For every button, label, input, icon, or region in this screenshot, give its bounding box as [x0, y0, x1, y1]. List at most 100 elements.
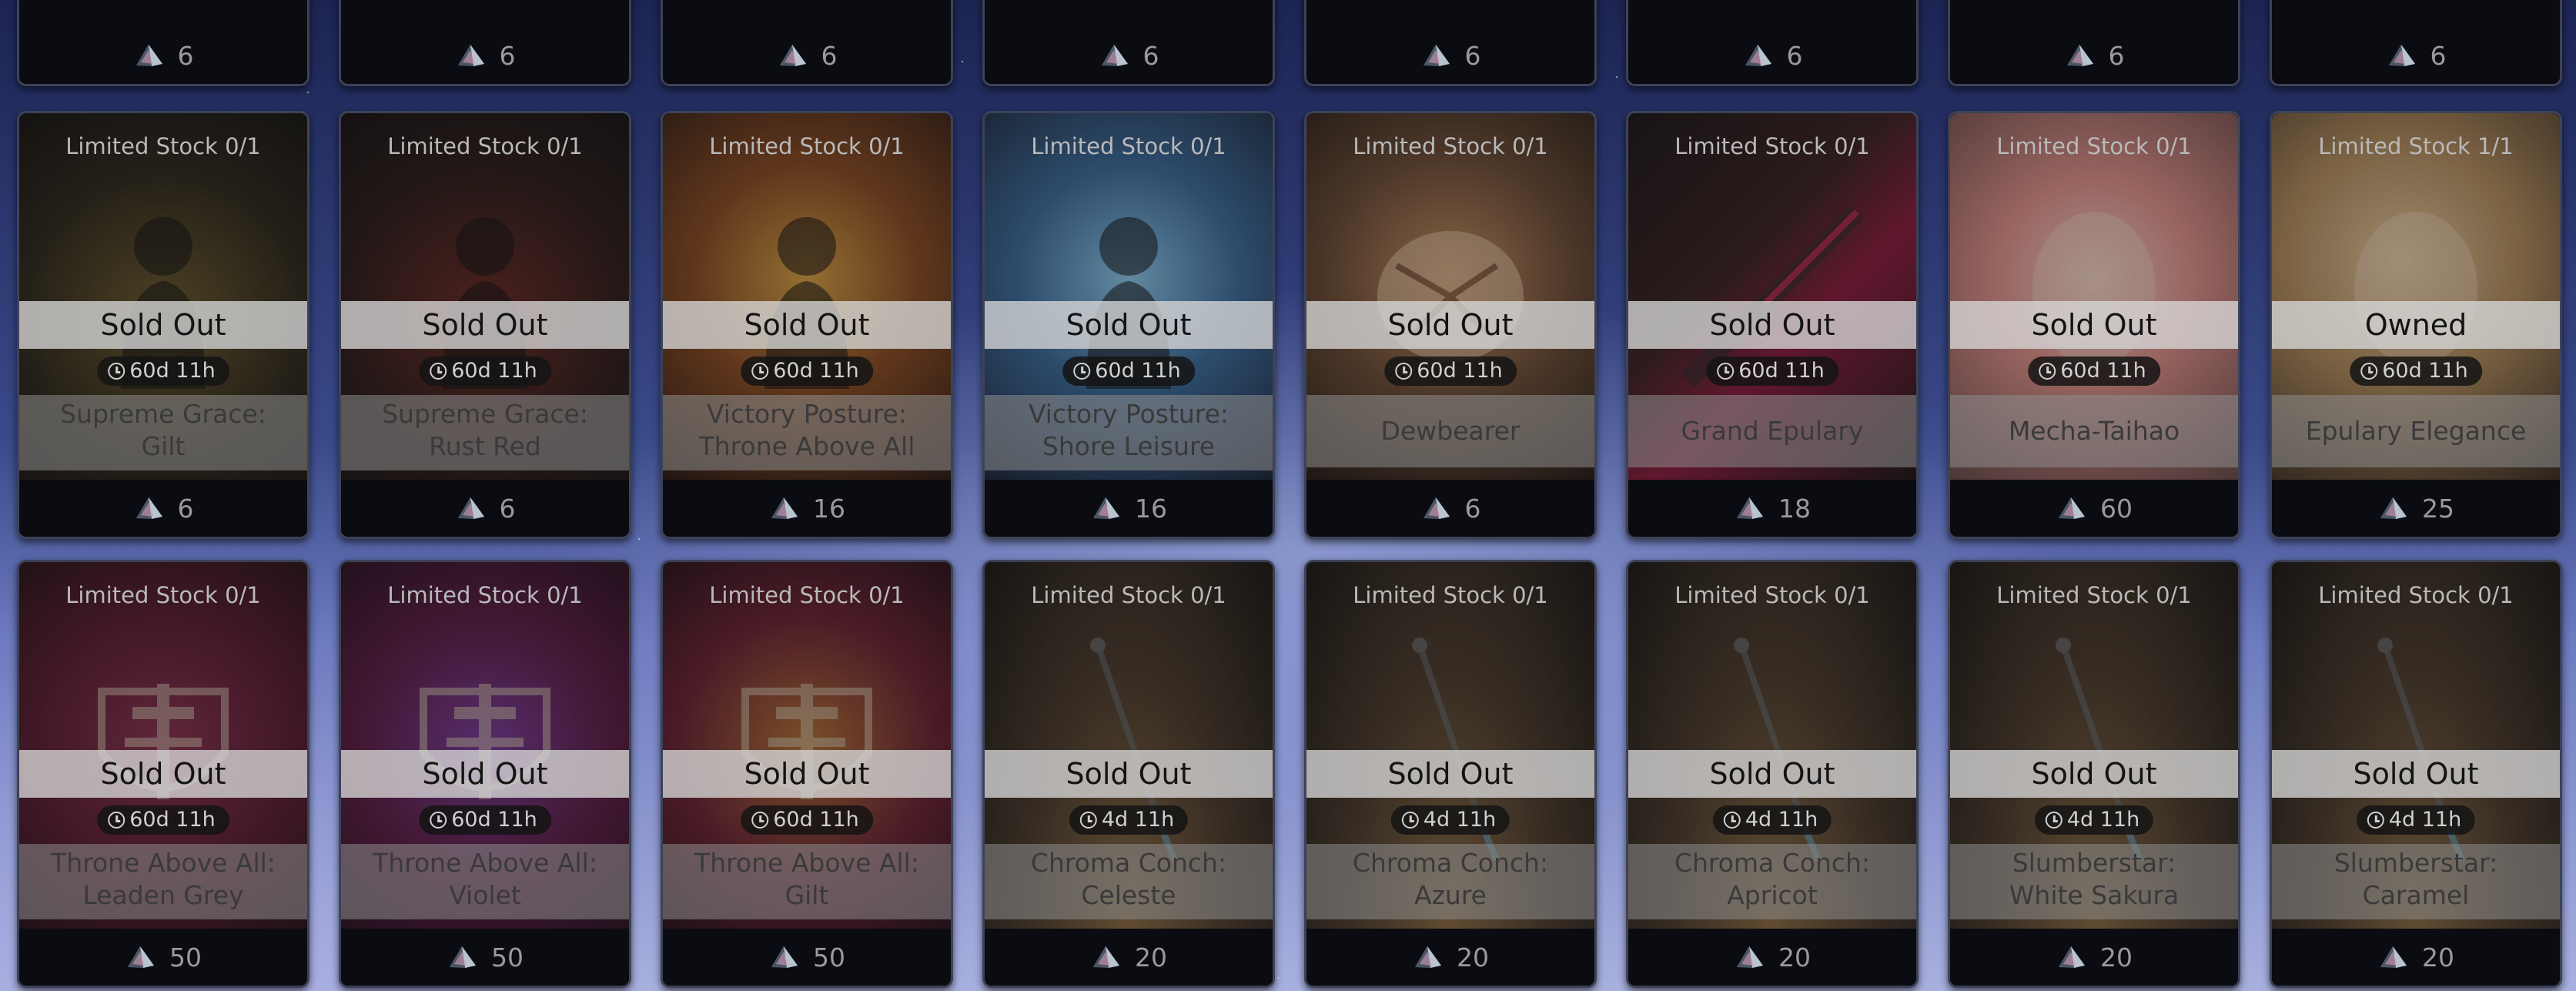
- shop-item-card-partial[interactable]: 6: [2270, 0, 2562, 86]
- prism-gem-icon: [2066, 45, 2093, 66]
- prism-gem-icon: [2380, 497, 2407, 519]
- time-remaining-text: 60d 11h: [129, 359, 216, 383]
- price-value: 6: [2108, 40, 2125, 71]
- shop-item-card[interactable]: Limited Stock 0/1 Sold Out 4d 11h Slumberst…: [2270, 560, 2562, 988]
- prism-gem-icon: [1093, 497, 1119, 519]
- limited-stock-label: Limited Stock 0/1: [1353, 582, 1548, 608]
- clock-icon: [108, 812, 125, 829]
- time-remaining-badge: 60d 11h: [1706, 357, 1838, 386]
- shop-item-card[interactable]: Limited Stock 0/1 Sold Out 60d 11h Mecha-Ta…: [1948, 111, 2240, 539]
- time-remaining-badge: 60d 11h: [741, 357, 873, 386]
- clock-icon: [430, 363, 447, 380]
- sold-out-banner: Sold Out: [2272, 750, 2560, 798]
- shop-item-card[interactable]: Limited Stock 0/1 Sold Out 60d 11h Victory …: [661, 111, 953, 539]
- shop-item-card[interactable]: Limited Stock 1/1 Owned 60d 11h Epulary Ele…: [2270, 111, 2562, 539]
- shop-item-card[interactable]: Limited Stock 0/1 Sold Out 60d 11h Throne A…: [339, 560, 631, 988]
- prism-gem-icon: [135, 497, 162, 519]
- shop-item-card-partial[interactable]: 6: [982, 0, 1275, 86]
- limited-stock-label: Limited Stock 0/1: [709, 133, 905, 159]
- shop-item-card[interactable]: Limited Stock 0/1 Sold Out 60d 11h Dewbeare…: [1304, 111, 1597, 539]
- price-tag: 18: [1628, 480, 1916, 537]
- prism-gem-icon: [1415, 946, 1441, 968]
- item-name-line2: Gilt: [785, 880, 829, 910]
- prism-gem-icon: [457, 497, 484, 519]
- item-name: Slumberstar: Caramel: [2272, 844, 2560, 919]
- shop-item-card[interactable]: Limited Stock 0/1 Sold Out 60d 11h Throne A…: [661, 560, 953, 988]
- prism-gem-icon: [2388, 45, 2415, 66]
- price-tag: 20: [985, 929, 1273, 986]
- shop-item-card[interactable]: Limited Stock 0/1 Sold Out 4d 11h Chroma Co…: [982, 560, 1275, 988]
- time-remaining-text: 4d 11h: [1101, 808, 1175, 832]
- sold-out-banner: Sold Out: [663, 750, 951, 798]
- clock-icon: [751, 363, 769, 380]
- shop-item-card-partial[interactable]: 6: [1304, 0, 1597, 86]
- time-remaining-badge: 60d 11h: [419, 357, 551, 386]
- shop-item-card[interactable]: Limited Stock 0/1 Sold Out 60d 11h Victory …: [982, 111, 1275, 539]
- time-remaining-text: 60d 11h: [451, 808, 537, 832]
- price-tag: 20: [2272, 929, 2560, 986]
- sold-out-banner: Sold Out: [1306, 301, 1594, 349]
- clock-icon: [430, 812, 447, 829]
- price-tag: 6: [1306, 480, 1594, 537]
- time-remaining-text: 60d 11h: [2382, 359, 2468, 383]
- shop-item-card[interactable]: Limited Stock 0/1 Sold Out 60d 11h Supreme …: [339, 111, 631, 539]
- sold-out-banner: Sold Out: [1628, 301, 1916, 349]
- sold-out-banner: Sold Out: [1306, 750, 1594, 798]
- item-name: Epulary Elegance: [2272, 395, 2560, 467]
- price-value: 6: [2430, 40, 2447, 71]
- shop-item-card[interactable]: Limited Stock 0/1 Sold Out 4d 11h Slumberst…: [1948, 560, 2240, 988]
- clock-icon: [108, 363, 125, 380]
- sold-out-banner: Sold Out: [341, 301, 629, 349]
- owned-status-banner: Owned: [2272, 301, 2560, 349]
- price-tag: 6: [2272, 27, 2560, 84]
- limited-stock-label: Limited Stock 0/1: [1031, 582, 1226, 608]
- prism-gem-icon: [135, 45, 162, 66]
- price-value: 6: [499, 40, 516, 71]
- price-value: 16: [1135, 493, 1167, 524]
- prism-gem-icon: [1737, 946, 1763, 968]
- clock-icon: [1073, 363, 1091, 380]
- sold-out-banner: Sold Out: [663, 301, 951, 349]
- item-name-line1: Slumberstar:: [2012, 848, 2176, 878]
- prism-gem-icon: [128, 946, 154, 968]
- shop-item-card-partial[interactable]: 6: [1948, 0, 2240, 86]
- shop-item-card[interactable]: Limited Stock 0/1 Sold Out 60d 11h Supreme …: [17, 111, 309, 539]
- clock-icon: [1395, 363, 1413, 380]
- sold-out-banner: Sold Out: [1950, 301, 2238, 349]
- shop-item-card-partial[interactable]: 6: [1626, 0, 1919, 86]
- shop-item-card[interactable]: Limited Stock 0/1 Sold Out 4d 11h Chroma Co…: [1626, 560, 1919, 988]
- price-tag: 6: [341, 27, 629, 84]
- price-tag: 6: [985, 27, 1273, 84]
- price-tag: 16: [985, 480, 1273, 537]
- item-name-line2: Caramel: [2362, 880, 2470, 910]
- price-tag: 60: [1950, 480, 2238, 537]
- clock-icon: [2045, 812, 2062, 829]
- shop-item-card[interactable]: Limited Stock 0/1 Sold Out 60d 11h Throne A…: [17, 560, 309, 988]
- price-tag: 20: [1950, 929, 2238, 986]
- shop-item-card[interactable]: Limited Stock 0/1 Sold Out 60d 11h Grand Ep…: [1626, 111, 1919, 539]
- shop-item-card-partial[interactable]: 6: [17, 0, 309, 86]
- shop-item-card-partial[interactable]: 6: [339, 0, 631, 86]
- item-name-line1: Throne Above All:: [694, 848, 919, 878]
- shop-item-card[interactable]: Limited Stock 0/1 Sold Out 4d 11h Chroma Co…: [1304, 560, 1597, 988]
- price-value: 6: [1142, 40, 1159, 71]
- time-remaining-text: 60d 11h: [129, 808, 216, 832]
- prism-gem-icon: [2059, 497, 2085, 519]
- shop-item-card-partial[interactable]: 6: [661, 0, 953, 86]
- price-value: 20: [1457, 942, 1489, 973]
- price-tag: 6: [1950, 27, 2238, 84]
- price-value: 50: [169, 942, 202, 973]
- prism-gem-icon: [771, 497, 798, 519]
- time-remaining-text: 60d 11h: [1095, 359, 1181, 383]
- price-value: 25: [2422, 493, 2454, 524]
- time-remaining-badge: 4d 11h: [1069, 805, 1189, 835]
- item-name-line1: Epulary Elegance: [2305, 416, 2527, 446]
- item-name-line1: Mecha-Taihao: [2008, 416, 2180, 446]
- sold-out-banner: Sold Out: [985, 301, 1273, 349]
- wing-emblem-icon: [1377, 231, 1524, 362]
- item-name-line2: Azure: [1414, 880, 1487, 910]
- price-value: 6: [177, 493, 194, 524]
- price-value: 6: [1464, 40, 1481, 71]
- time-remaining-text: 4d 11h: [1745, 808, 1818, 832]
- item-name: Throne Above All: Leaden Grey: [19, 844, 307, 919]
